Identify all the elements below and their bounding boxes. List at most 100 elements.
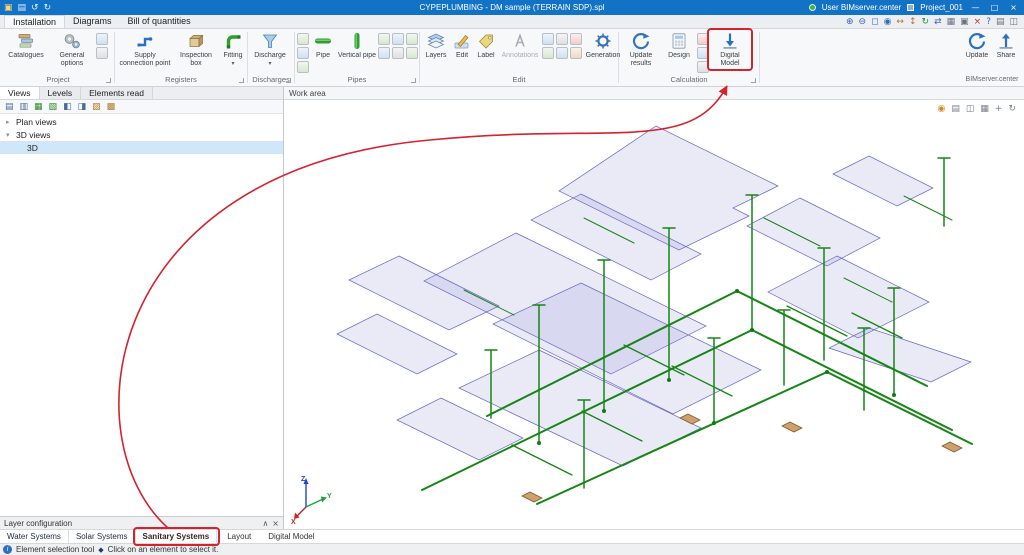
dialog-launcher-icon[interactable] [286, 78, 291, 83]
measure-tool-button[interactable] [570, 47, 582, 59]
pipe-valve-button[interactable] [378, 47, 390, 59]
add-view-icon[interactable]: + [995, 103, 1003, 115]
inspection-box-button[interactable]: Inspection box [174, 31, 218, 68]
model-canvas[interactable]: ◉ ▤ ◫ ▦ + ↻ Z Y X [284, 100, 1024, 529]
grid-icon[interactable]: ▦ [947, 16, 956, 28]
dialog-launcher-icon[interactable] [239, 78, 244, 83]
discharge-button[interactable]: Discharge ▾ [250, 31, 290, 67]
zoom-out-icon[interactable]: ⊖ [859, 16, 867, 28]
tree-item-3d[interactable]: 3D [0, 141, 283, 154]
move-up-view-icon[interactable]: ◧ [63, 101, 72, 113]
pipe-elbow-button[interactable] [378, 33, 390, 45]
close-view-icon[interactable]: × [974, 16, 982, 28]
tab-water-systems[interactable]: Water Systems [0, 530, 69, 543]
supply-connection-point-button[interactable]: Supply connection point [117, 31, 173, 68]
windows-icon[interactable]: ◫ [1009, 16, 1018, 28]
undo-icon[interactable]: ↺ [31, 3, 39, 13]
refresh-model-icon[interactable]: ↻ [1008, 103, 1016, 115]
check-results-button[interactable] [697, 61, 709, 73]
mirror-tool-button[interactable] [556, 47, 568, 59]
user-view-icon[interactable]: ◉ [938, 103, 946, 115]
tab-levels[interactable]: Levels [40, 87, 82, 99]
refresh-view-icon[interactable]: ↻ [922, 16, 930, 28]
tab-diagrams[interactable]: Diagrams [65, 15, 120, 28]
design-button[interactable]: Design [662, 31, 696, 60]
chevron-right-icon[interactable]: ▸ [6, 118, 13, 126]
tree-item-3d-views[interactable]: ▾ 3D views [0, 128, 283, 141]
clear-results-button[interactable] [697, 33, 709, 45]
new-view-icon[interactable]: ▤ [5, 101, 14, 113]
tab-digital-model[interactable]: Digital Model [261, 530, 321, 543]
grid-view-icon[interactable]: ▦ [980, 103, 989, 115]
duplicate-view-icon[interactable]: ▦ [34, 101, 43, 113]
pipe-button[interactable]: Pipe [310, 31, 336, 60]
bim-share-button[interactable]: Share [993, 31, 1019, 60]
tab-elements-read[interactable]: Elements read [81, 87, 153, 99]
tab-views[interactable]: Views [0, 87, 40, 99]
pipe-cross-button[interactable] [406, 33, 418, 45]
import-tool-button[interactable] [96, 33, 108, 45]
orbit-icon[interactable]: ◉ [884, 16, 892, 28]
dialog-launcher-icon[interactable] [106, 78, 111, 83]
tree-item-plan-views[interactable]: ▸ Plan views [0, 115, 283, 128]
tab-solar-systems[interactable]: Solar Systems [69, 530, 136, 543]
pipe-cap-button[interactable] [392, 47, 404, 59]
print-view-icon[interactable]: ▤ [951, 103, 960, 115]
label-button[interactable]: Label [474, 31, 498, 60]
general-options-button[interactable]: General options [49, 31, 95, 68]
collapse-panel-icon[interactable]: ∧ [262, 519, 268, 528]
copy-tool-button[interactable] [542, 33, 554, 45]
edit-button[interactable]: Edit [451, 31, 473, 60]
report-icon[interactable]: ▤ [996, 16, 1005, 28]
delete-tool-button[interactable] [570, 33, 582, 45]
minimize-button[interactable]: — [969, 3, 982, 12]
bim-update-button[interactable]: Update [962, 31, 992, 60]
3d-model-view[interactable] [284, 100, 1024, 529]
rotate-tool-button[interactable] [542, 47, 554, 59]
swap-view-icon[interactable]: ⇄ [934, 16, 942, 28]
edit-view-icon[interactable]: ▥ [20, 101, 29, 113]
annotations-button[interactable]: Annotations [499, 31, 541, 60]
save-icon[interactable]: ▤ [18, 3, 27, 13]
export-tool-button[interactable] [96, 47, 108, 59]
fitting-button[interactable]: Fitting ▾ [219, 31, 247, 67]
zoom-in-icon[interactable]: ⊕ [846, 16, 854, 28]
pipe-tool-button[interactable] [297, 33, 309, 45]
move-tool-button[interactable] [556, 33, 568, 45]
snapshot-icon[interactable]: ▣ [960, 16, 969, 28]
generation-button[interactable]: Generation [584, 31, 622, 60]
vertical-pipe-button[interactable]: Vertical pipe [337, 31, 377, 60]
maximize-button[interactable]: □ [988, 3, 1001, 12]
move-down-view-icon[interactable]: ◨ [78, 101, 87, 113]
update-results-button[interactable]: Update results [621, 31, 661, 68]
discharge-dropdown-icon[interactable]: ▾ [268, 61, 271, 67]
chevron-down-icon[interactable]: ▾ [6, 131, 13, 139]
help-icon[interactable]: ? [986, 16, 991, 28]
dialog-launcher-icon[interactable] [411, 78, 416, 83]
dialog-launcher-icon[interactable] [751, 78, 756, 83]
fitting-dropdown-icon[interactable]: ▾ [231, 61, 234, 67]
bimserver-user-label[interactable]: User BIMserver.center [822, 3, 902, 12]
zoom-window-icon[interactable]: ◻ [871, 16, 878, 28]
pipe-tee-button[interactable] [392, 33, 404, 45]
tab-installation[interactable]: Installation [4, 15, 65, 28]
tab-bill-of-quantities[interactable]: Bill of quantities [120, 15, 199, 28]
pipe-reducer-button[interactable] [406, 47, 418, 59]
layers-button[interactable]: Layers [422, 31, 450, 60]
tab-layout[interactable]: Layout [220, 530, 258, 543]
close-button[interactable]: × [1007, 3, 1020, 12]
pipe-tool-button[interactable] [297, 61, 309, 73]
results-table-button[interactable] [697, 47, 709, 59]
pan-vertical-icon[interactable]: ↕ [909, 16, 917, 28]
pan-horizontal-icon[interactable]: ↔ [896, 16, 904, 28]
pipe-tool-button[interactable] [297, 47, 309, 59]
close-panel-icon[interactable]: × [272, 519, 279, 528]
view-options-icon[interactable]: ▨ [92, 101, 101, 113]
project-label[interactable]: Project_001 [920, 3, 963, 12]
delete-view-icon[interactable]: ▧ [49, 101, 58, 113]
catalogues-button[interactable]: Catalogues [4, 31, 48, 60]
digital-model-button[interactable]: Digital Model [710, 31, 750, 68]
split-view-icon[interactable]: ◫ [966, 103, 975, 115]
redo-icon[interactable]: ↻ [44, 3, 52, 13]
view-print-icon[interactable]: ▩ [107, 101, 116, 113]
